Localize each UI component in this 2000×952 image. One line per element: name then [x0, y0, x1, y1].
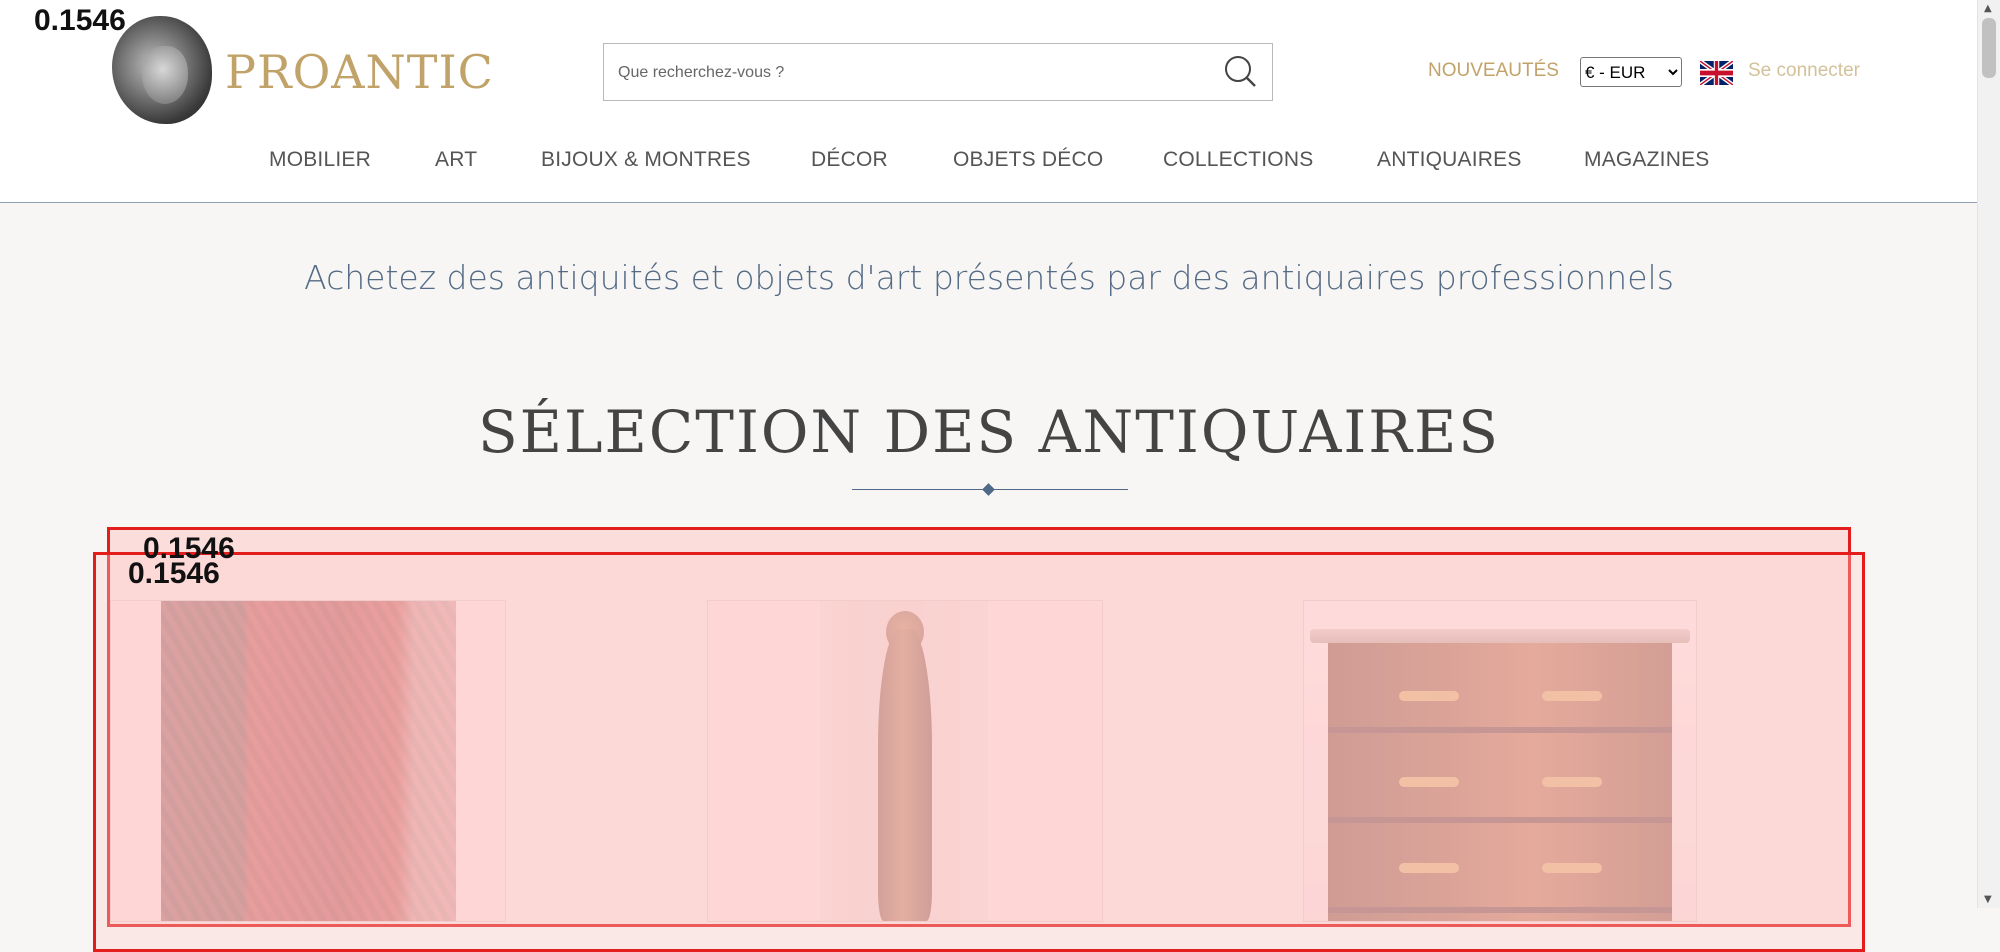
tagline: Achetez des antiquités et objets d'art p… [304, 258, 1674, 297]
search-button[interactable] [1218, 52, 1262, 92]
classical-head-icon [112, 16, 212, 124]
search-bar [603, 43, 1273, 102]
scroll-down-icon[interactable]: ▼ [1984, 894, 1992, 905]
main-nav: MOBILIER ART BIJOUX & MONTRES DÉCOR OBJE… [0, 148, 1978, 178]
nav-item-magazines[interactable]: MAGAZINES [1584, 148, 1709, 172]
nav-item-collections[interactable]: COLLECTIONS [1163, 148, 1313, 172]
scrollbar[interactable]: ▲ ▼ [1977, 0, 2000, 908]
login-link[interactable]: Se connecter [1748, 60, 1860, 82]
nav-item-antiquaires[interactable]: ANTIQUAIRES [1377, 148, 1522, 172]
site-header: PROANTIC NOUVEAUTÉS € - EUR Se connecter… [0, 0, 1978, 203]
nav-item-bijoux-montres[interactable]: BIJOUX & MONTRES [541, 148, 751, 172]
search-input[interactable] [616, 44, 1200, 102]
logo-face [142, 46, 188, 104]
scroll-thumb[interactable] [1982, 18, 1996, 78]
diamond-icon [982, 483, 995, 496]
nav-item-mobilier[interactable]: MOBILIER [269, 148, 371, 172]
scroll-up-icon[interactable]: ▲ [1984, 3, 1992, 14]
score-label: 0.1546 [128, 557, 220, 590]
logo[interactable] [112, 16, 212, 124]
nav-item-objets-deco[interactable]: OBJETS DÉCO [953, 148, 1103, 172]
section-title: SÉLECTION DES ANTIQUAIRES [477, 398, 1501, 466]
nav-item-art[interactable]: ART [435, 148, 477, 172]
new-arrivals-link[interactable]: NOUVEAUTÉS [1428, 60, 1559, 82]
score-label: 0.1546 [34, 4, 126, 37]
brand-name[interactable]: PROANTIC [225, 45, 494, 99]
uk-flag-icon[interactable] [1700, 61, 1733, 85]
nav-item-decor[interactable]: DÉCOR [811, 148, 888, 172]
search-icon [1225, 56, 1256, 87]
selection-box [93, 552, 1865, 952]
currency-select[interactable]: € - EUR [1580, 57, 1682, 87]
